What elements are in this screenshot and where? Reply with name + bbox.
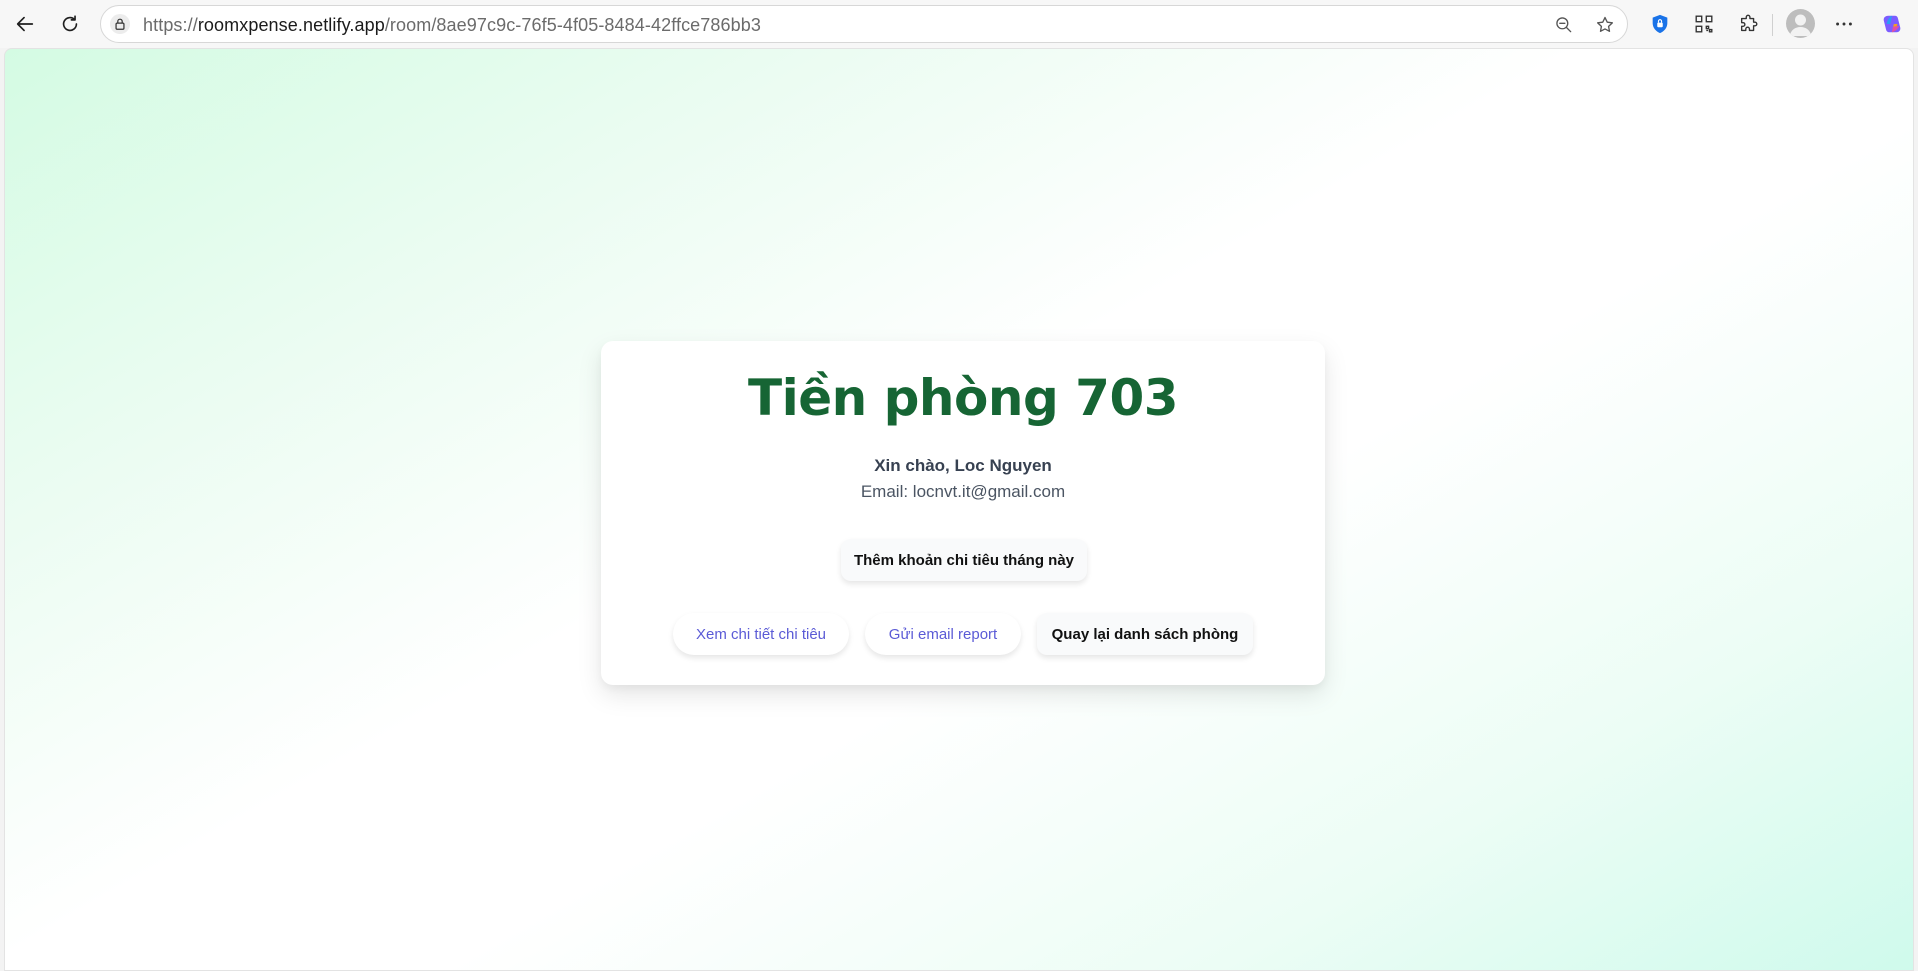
url-text[interactable]: https://roomxpense.netlify.app/room/8ae9… — [143, 15, 761, 36]
greeting-text: Xin chào, Loc Nguyen — [874, 456, 1052, 475]
url-path: /room/8ae97c9c-76f5-4f05-8484-42ffce786b… — [384, 15, 761, 35]
extensions-icon[interactable] — [1735, 10, 1763, 38]
qr-code-icon[interactable] — [1690, 10, 1718, 38]
zoom-out-icon[interactable] — [1552, 13, 1576, 37]
page-title: Tiền phòng 703 — [747, 369, 1179, 427]
back-icon[interactable] — [7, 6, 43, 42]
room-card: Tiền phòng 703 Xin chào, Loc Nguyen Emai… — [601, 341, 1325, 685]
address-bar[interactable]: https://roomxpense.netlify.app/room/8ae9… — [100, 5, 1628, 43]
shield-icon[interactable] — [1646, 10, 1674, 38]
add-expense-button[interactable]: Thêm khoản chi tiêu tháng này — [841, 539, 1087, 581]
user-email: Email: locnvt.it@gmail.com — [860, 482, 1066, 501]
view-details-button[interactable]: Xem chi tiết chi tiêu — [673, 613, 849, 655]
more-icon[interactable] — [1830, 10, 1858, 38]
browser-toolbar: https://roomxpense.netlify.app/room/8ae9… — [0, 0, 1918, 48]
avatar[interactable] — [1786, 9, 1815, 38]
reload-icon[interactable] — [52, 6, 88, 42]
back-to-rooms-button[interactable]: Quay lại danh sách phòng — [1037, 613, 1253, 655]
star-icon[interactable] — [1593, 13, 1617, 37]
lock-icon[interactable] — [110, 14, 130, 34]
send-report-button[interactable]: Gửi email report — [865, 613, 1021, 655]
url-host: roomxpense.netlify.app — [197, 15, 385, 35]
copilot-icon[interactable] — [1878, 10, 1906, 38]
url-prefix: https:// — [143, 15, 198, 35]
page-viewport: Tiền phòng 703 Xin chào, Loc Nguyen Emai… — [4, 48, 1914, 971]
toolbar-divider — [1772, 14, 1773, 36]
